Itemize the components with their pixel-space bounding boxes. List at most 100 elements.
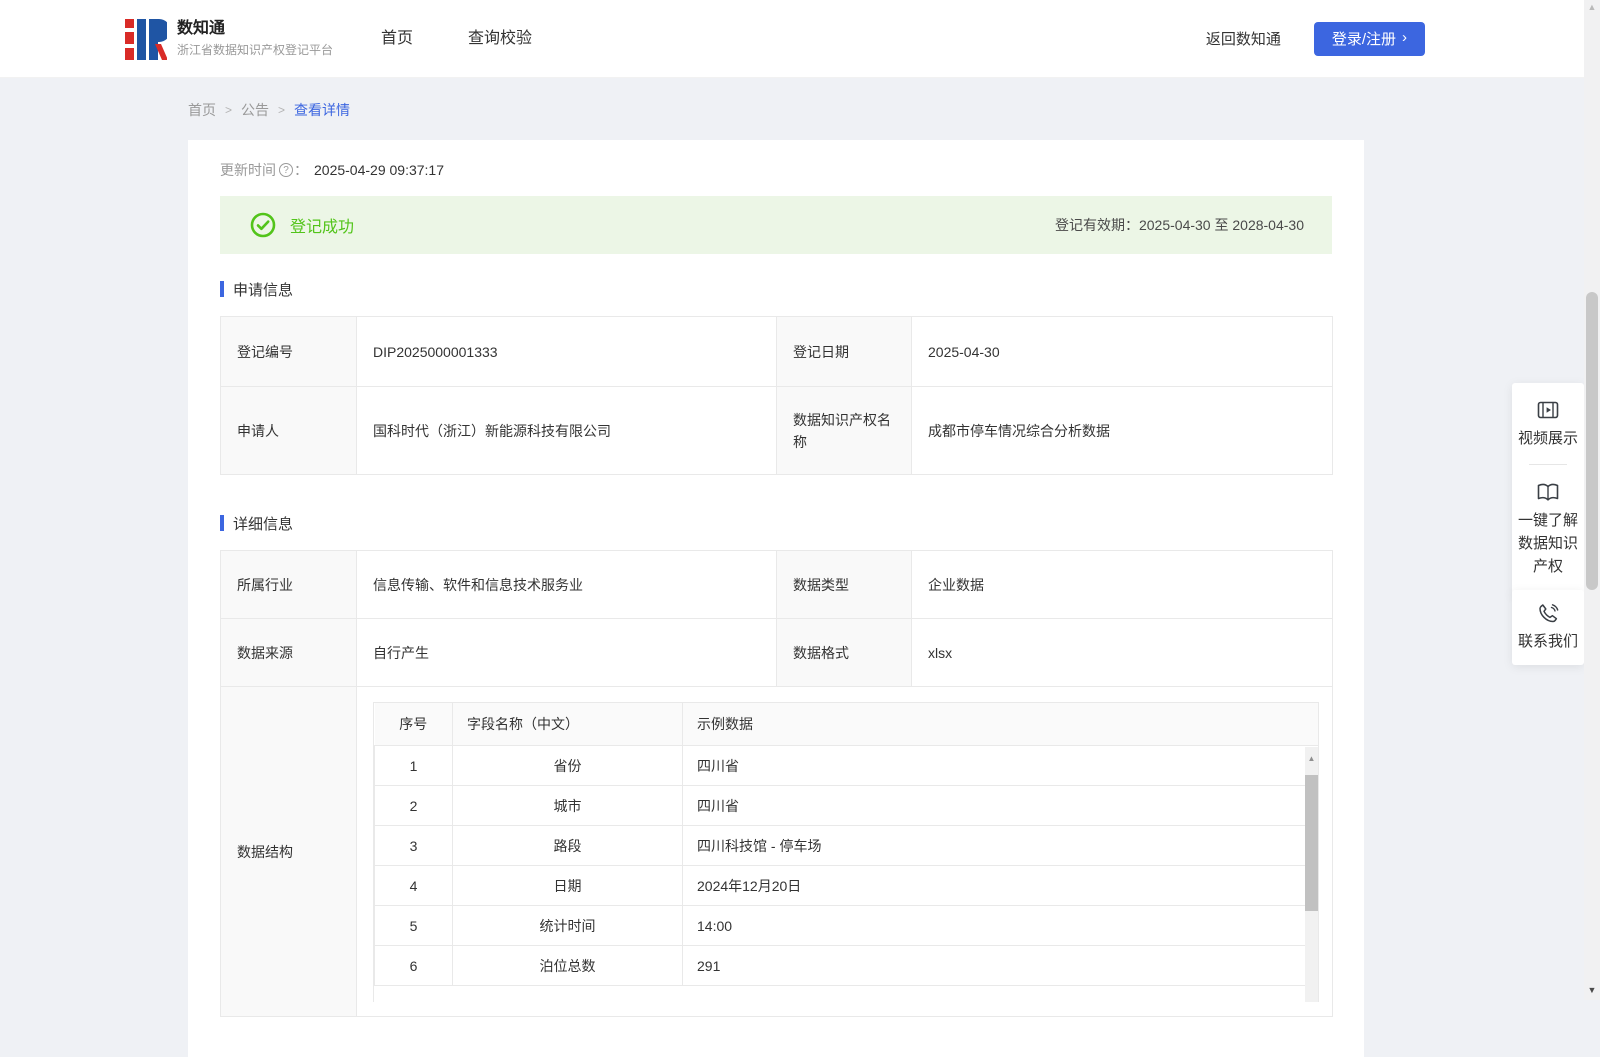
video-icon (1537, 401, 1559, 419)
section-title-text: 详细信息 (233, 515, 294, 533)
breadcrumb-item-home[interactable]: 首页 (188, 100, 216, 120)
table-row: 数据来源 自行产生 数据格式 xlsx (220, 618, 1333, 687)
row-index: 4 (374, 865, 453, 906)
field-label: 数据来源 (220, 618, 357, 687)
scrollbar-up-arrow-icon[interactable]: ▲ (1305, 747, 1318, 771)
field-value: 信息传输、软件和信息技术服务业 (356, 550, 777, 619)
section-accent-bar (220, 281, 224, 297)
structure-row: 2 城市 四川省 (374, 785, 1318, 826)
book-icon (1537, 483, 1559, 501)
field-label: 登记编号 (220, 316, 357, 387)
structure-label-cell: 数据结构 (220, 686, 357, 1017)
field-name: 泊位总数 (452, 945, 683, 986)
success-banner: 登记成功 登记有效期：2025-04-30 至 2028-04-30 (220, 196, 1332, 254)
update-time-row: 更新时间 ? ： 2025-04-29 09:37:17 (220, 159, 1332, 181)
row-index: 6 (374, 945, 453, 986)
login-register-label: 登录/注册 (1331, 31, 1396, 48)
banner-status: 登记成功 (250, 212, 354, 238)
field-value: 企业数据 (911, 550, 1333, 619)
table-row: 申请人 国科时代（浙江）新能源科技有限公司 数据知识产权名称 成都市停车情况综合… (220, 386, 1333, 475)
help-icon[interactable]: ? (279, 163, 293, 177)
structure-row: 1 省份 四川省 (374, 745, 1318, 786)
video-showcase-label: 视频展示 (1517, 430, 1578, 447)
sample-data: 四川省 (682, 785, 1318, 826)
phone-icon (1539, 604, 1559, 623)
table-row: 所属行业 信息传输、软件和信息技术服务业 数据类型 企业数据 (220, 550, 1333, 619)
row-index: 1 (374, 745, 453, 786)
sample-data: 四川省 (682, 745, 1318, 786)
nav-item-home[interactable]: 首页 (381, 0, 413, 78)
column-header-index: 序号 (374, 702, 453, 746)
table-row: 登记编号 DIP2025000001333 登记日期 2025-04-30 (220, 316, 1333, 387)
structure-value-cell: 序号 字段名称（中文） 示例数据 1 省份 四川省 2 城市 四川省 3 路段 … (356, 686, 1333, 1017)
header: 数知通 浙江省数据知识产权登记平台 首页 查询校验 返回数知通 登录/注册 › (0, 0, 1600, 78)
field-value: 2025-04-30 (911, 316, 1333, 387)
update-time-colon: ： (294, 162, 308, 178)
window-scrollbar[interactable]: ▲ ▼ (1584, 0, 1600, 1000)
sample-data: 四川科技馆 - 停车场 (682, 825, 1318, 866)
field-value: 国科时代（浙江）新能源科技有限公司 (356, 386, 777, 475)
row-index: 5 (374, 905, 453, 946)
column-header-sample-data: 示例数据 (682, 702, 1318, 746)
back-to-shuzhitong-link[interactable]: 返回数知通 (1206, 28, 1281, 49)
video-showcase-button[interactable]: 视频展示 (1518, 397, 1578, 450)
structure-table-container: 序号 字段名称（中文） 示例数据 1 省份 四川省 2 城市 四川省 3 路段 … (373, 701, 1319, 1002)
brand-subtitle: 浙江省数据知识产权登记平台 (177, 43, 334, 57)
scrollbar-down-arrow-icon[interactable]: ▼ (1584, 983, 1600, 997)
sample-data: 14:00 (682, 905, 1318, 946)
structure-table: 序号 字段名称（中文） 示例数据 1 省份 四川省 2 城市 四川省 3 路段 … (374, 702, 1318, 986)
breadcrumb-item-announcements[interactable]: 公告 (241, 100, 269, 120)
column-header-field-name: 字段名称（中文） (452, 702, 683, 746)
brand[interactable]: 数知通 浙江省数据知识产权登记平台 (125, 16, 333, 62)
field-label: 登记日期 (776, 316, 912, 387)
field-name: 日期 (452, 865, 683, 906)
validity-text: 登记有效期：2025-04-30 至 2028-04-30 (1055, 215, 1304, 235)
chevron-right-icon: › (1402, 29, 1407, 46)
field-value: DIP2025000001333 (356, 316, 777, 387)
scrollbar-thumb[interactable] (1586, 292, 1598, 590)
field-name: 路段 (452, 825, 683, 866)
field-label: 所属行业 (220, 550, 357, 619)
field-value: 自行产生 (356, 618, 777, 687)
sample-data: 291 (682, 945, 1318, 986)
validity-value: 2025-04-30 至 2028-04-30 (1138, 217, 1304, 233)
section-title-text: 申请信息 (233, 281, 294, 299)
breadcrumb-separator: > (278, 103, 286, 117)
update-time-value: 2025-04-29 09:37:17 (314, 162, 444, 178)
structure-table-scrollbar[interactable]: ▲ (1305, 746, 1318, 1002)
field-name: 省份 (452, 745, 683, 786)
learn-data-ip-button[interactable]: 一键了解数据知识产权 (1517, 479, 1579, 578)
table-row-structure: 数据结构 序号 字段名称（中文） 示例数据 1 省份 四川省 2 城市 四川省 … (220, 686, 1333, 1017)
field-label: 数据类型 (776, 550, 912, 619)
scrollbar-up-arrow-icon[interactable]: ▲ (1584, 0, 1600, 14)
field-label: 数据格式 (776, 618, 912, 687)
row-index: 3 (374, 825, 453, 866)
update-time-label: 更新时间 (220, 162, 276, 178)
learn-data-ip-label: 一键了解数据知识产权 (1517, 512, 1578, 575)
section-title-detail-info: 详细信息 (220, 513, 1332, 533)
field-value: 成都市停车情况综合分析数据 (911, 386, 1333, 475)
contact-us-button[interactable]: 联系我们 (1512, 590, 1584, 665)
structure-row: 6 泊位总数 291 (374, 945, 1318, 986)
brand-logo-icon (125, 18, 167, 60)
validity-label: 登记有效期： (1054, 217, 1139, 233)
login-register-button[interactable]: 登录/注册 › (1313, 21, 1425, 56)
field-name: 城市 (452, 785, 683, 826)
apply-info-table: 登记编号 DIP2025000001333 登记日期 2025-04-30 申请… (220, 316, 1333, 475)
scrollbar-thumb[interactable] (1305, 774, 1318, 911)
status-text: 登记成功 (290, 219, 355, 236)
success-check-icon (250, 212, 276, 238)
contact-us-label: 联系我们 (1517, 633, 1578, 650)
structure-row: 4 日期 2024年12月20日 (374, 865, 1318, 906)
panel-divider (1529, 464, 1567, 465)
structure-row: 3 路段 四川科技馆 - 停车场 (374, 825, 1318, 866)
field-name: 统计时间 (452, 905, 683, 946)
brand-text: 数知通 浙江省数据知识产权登记平台 (177, 19, 333, 58)
main-nav: 首页 查询校验 (381, 0, 532, 78)
field-value: xlsx (911, 618, 1333, 687)
breadcrumb-separator: > (225, 103, 233, 117)
nav-item-query-verify[interactable]: 查询校验 (468, 0, 532, 78)
structure-header-row: 序号 字段名称（中文） 示例数据 (374, 702, 1318, 746)
detail-info-table: 所属行业 信息传输、软件和信息技术服务业 数据类型 企业数据 数据来源 自行产生… (220, 550, 1333, 1017)
breadcrumb: 首页 > 公告 > 查看详情 (0, 78, 1600, 140)
